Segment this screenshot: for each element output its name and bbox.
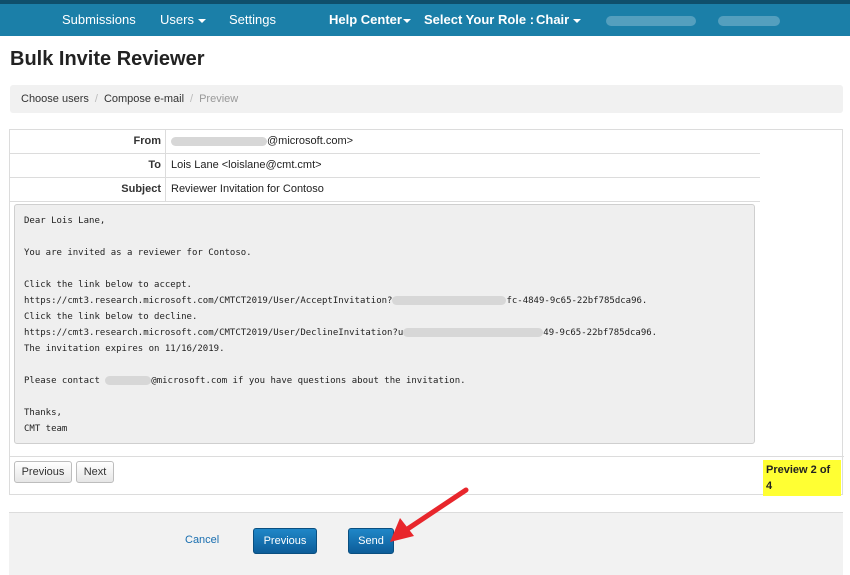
contact-prefix: Please contact (24, 376, 100, 386)
red-arrow-annotation (390, 487, 469, 542)
contact-line: Please contact @microsoft.com if you hav… (24, 373, 745, 389)
from-value: @microsoft.com> (171, 130, 353, 153)
body-line: You are invited as a reviewer for Contos… (24, 248, 252, 258)
nav-settings[interactable]: Settings (229, 10, 276, 30)
nav-help-center-label: Help Center (329, 12, 402, 27)
nav-help-center[interactable]: Help Center (329, 10, 411, 30)
redacted-decline-token (403, 328, 544, 337)
breadcrumb-choose-users[interactable]: Choose users (21, 93, 89, 105)
page-title: Bulk Invite Reviewer (10, 48, 205, 70)
contact-suffix: @microsoft.com if you have questions abo… (151, 376, 466, 386)
breadcrumb-preview: Preview (199, 93, 239, 105)
redacted-user-name (606, 16, 696, 26)
chevron-down-icon (402, 18, 411, 23)
email-body: Dear Lois Lane, You are invited as a rev… (14, 204, 755, 444)
body-line (24, 357, 745, 373)
previous-button[interactable]: Previous (253, 528, 317, 554)
nav-users[interactable]: Users (160, 10, 206, 30)
email-preview-panel: From @microsoft.com> To Lois Lane <loisl… (9, 129, 844, 496)
preview-next-button[interactable]: Next (76, 461, 114, 483)
from-label: From (10, 130, 166, 153)
role-label: Select Your Role : (424, 12, 535, 27)
subject-value: Reviewer Invitation for Contoso (171, 183, 324, 195)
subject-label: Subject (10, 178, 166, 201)
to-label: To (10, 154, 166, 177)
nav-users-label: Users (160, 12, 194, 27)
accept-link-prefix: https://cmt3.research.microsoft.com/CMTC… (24, 296, 393, 306)
body-line: Click the link below to accept. (24, 280, 192, 290)
role-selector[interactable]: Chair (536, 10, 582, 30)
to-row: To Lois Lane <loislane@cmt.cmt> (10, 154, 760, 178)
body-line: Dear Lois Lane, (24, 216, 106, 226)
breadcrumb-compose-email[interactable]: Compose e-mail (104, 93, 184, 105)
body-line (24, 261, 745, 277)
redacted-sender (171, 136, 267, 146)
redacted-user-menu[interactable] (718, 16, 780, 26)
preview-counter: Preview 2 of 4 (763, 460, 841, 496)
redacted-contact (105, 376, 152, 385)
body-line (24, 389, 745, 405)
body-line: Click the link below to decline. (24, 312, 198, 322)
cancel-link[interactable]: Cancel (185, 534, 219, 546)
top-nav-bar: Submissions Users Settings Help Center S… (0, 0, 850, 36)
nav-submissions[interactable]: Submissions (62, 10, 136, 30)
body-line: CMT team (24, 424, 68, 434)
role-selector-label: Chair (536, 12, 570, 27)
body-line (24, 229, 745, 245)
body-line: The invitation expires on 11/16/2019. (24, 344, 225, 354)
from-domain: @microsoft.com> (267, 135, 354, 147)
decline-link-prefix: https://cmt3.research.microsoft.com/CMTC… (24, 328, 404, 338)
breadcrumb-separator: / (190, 93, 194, 105)
chevron-down-icon (573, 18, 582, 23)
decline-link-suffix: 49-9c65-22bf785dca96. (543, 328, 658, 338)
chevron-down-icon (197, 18, 206, 23)
from-row: From @microsoft.com> (10, 130, 760, 154)
decline-link-line[interactable]: https://cmt3.research.microsoft.com/CMTC… (24, 325, 745, 341)
to-value: Lois Lane <loislane@cmt.cmt> (171, 159, 322, 171)
preview-previous-button[interactable]: Previous (14, 461, 72, 483)
breadcrumb: Choose users / Compose e-mail / Preview (10, 85, 843, 113)
redacted-accept-token (392, 296, 507, 305)
body-line: Thanks, (24, 408, 62, 418)
breadcrumb-separator: / (94, 93, 98, 105)
accept-link-suffix: fc-4849-9c65-22bf785dca96. (506, 296, 648, 306)
accept-link-line[interactable]: https://cmt3.research.microsoft.com/CMTC… (24, 293, 745, 309)
subject-row: Subject Reviewer Invitation for Contoso (10, 178, 760, 202)
